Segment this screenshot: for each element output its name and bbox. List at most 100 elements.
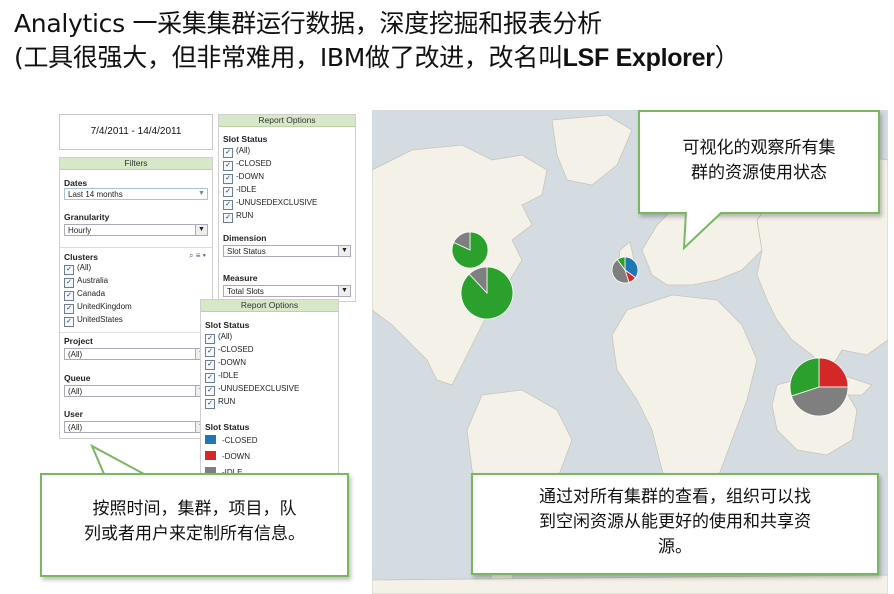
slot-status-option[interactable]: ✓ -CLOSED [205, 345, 254, 357]
cluster-option[interactable]: ✓ Canada [64, 289, 105, 301]
slot-status-option-label: RUN [236, 211, 254, 220]
clusters-label: Clusters [64, 252, 99, 262]
slot-status-option[interactable]: ✓ -IDLE [205, 371, 238, 383]
cluster-option[interactable]: ✓ UnitedStates [64, 315, 123, 327]
checkbox-checked-icon: ✓ [64, 278, 74, 288]
callout-tail [90, 444, 145, 475]
filters-panel: Filters Dates Last 14 months ▼ Granularit… [59, 157, 213, 439]
checkbox-checked-icon: ✓ [205, 360, 215, 370]
cluster-option-label: Canada [77, 289, 106, 298]
measure-select[interactable]: Total Slots ▼ [223, 285, 351, 297]
checkbox-checked-icon: ✓ [223, 148, 233, 158]
slot-status-option[interactable]: ✓ (All) [205, 332, 232, 344]
dates-label: Dates [64, 178, 88, 188]
title-line2-prefix: (工具很强大，但非常难用，IBM做了改进，改名叫 [14, 43, 563, 72]
user-label: User [64, 409, 83, 419]
granularity-label: Granularity [64, 212, 110, 222]
title-line2-suffix: ） [714, 43, 740, 72]
checkbox-checked-icon: ✓ [223, 187, 233, 197]
callout-tail [682, 212, 723, 251]
pie-united-kingdom[interactable] [611, 256, 639, 284]
cluster-option[interactable]: ✓ (All) [64, 263, 91, 275]
slot-status-label: Slot Status [223, 134, 268, 144]
checkbox-checked-icon: ✓ [223, 174, 233, 184]
project-value: (All) [68, 350, 83, 359]
date-range-display: 7/4/2011 - 14/4/2011 [59, 114, 213, 150]
slot-status-option[interactable]: ✓ RUN [205, 397, 235, 409]
slot-status-option[interactable]: ✓ -UNUSEDEXCLUSIVE [205, 384, 299, 396]
search-icon[interactable]: ⌕ [189, 251, 193, 260]
filters-header: Filters [60, 158, 212, 170]
legend-swatch-closed [205, 435, 216, 444]
legend-title: Slot Status [205, 422, 250, 432]
measure-value: Total Slots [227, 287, 264, 296]
measure-label: Measure [223, 273, 258, 283]
user-select[interactable]: (All)▼ [64, 421, 208, 433]
dimension-value: Slot Status [227, 247, 266, 256]
report-options-panel-top: Report Options Slot Status ✓ (All) ✓ -CLOS… [218, 114, 356, 302]
slot-status-option[interactable]: ✓ RUN [223, 211, 253, 223]
checkbox-checked-icon: ✓ [223, 161, 233, 171]
checkbox-checked-icon: ✓ [64, 304, 74, 314]
slot-status-option-label: (All) [218, 332, 233, 341]
chevron-down-icon: ▼ [195, 225, 207, 235]
callout-line: 通过对所有集群的查看，组织可以找 [539, 487, 811, 507]
cluster-option-label: Australia [77, 276, 109, 285]
legend-item: -DOWN [205, 451, 250, 462]
callout-line: 列或者用户来定制所有信息。 [84, 524, 305, 544]
slot-status-option[interactable]: ✓ -CLOSED [223, 159, 272, 171]
callout-map-visualization: 可视化的观察所有集 群的资源使用状态 [638, 110, 880, 214]
slot-status-option[interactable]: ✓ -UNUSEDEXCLUSIVE [223, 198, 317, 210]
callout-line: 群的资源使用状态 [691, 163, 827, 183]
dimension-label: Dimension [223, 233, 267, 243]
slot-status-option-label: -CLOSED [236, 159, 272, 168]
checkbox-checked-icon: ✓ [205, 373, 215, 383]
slot-status-option-label: -IDLE [236, 185, 257, 194]
cluster-option[interactable]: ✓ UnitedKingdom [64, 302, 132, 314]
cluster-option[interactable]: ✓ Australia [64, 276, 108, 288]
legend-item: -CLOSED [205, 435, 258, 446]
slot-status-option-label: -UNUSEDEXCLUSIVE [236, 198, 318, 207]
dimension-select[interactable]: Slot Status ▼ [223, 245, 351, 257]
cluster-option-label: UnitedKingdom [77, 302, 132, 311]
checkbox-checked-icon: ✓ [64, 265, 74, 275]
checkbox-checked-icon: ✓ [64, 317, 74, 327]
granularity-select[interactable]: Hourly ▼ [64, 224, 208, 236]
chevron-down-icon: ▼ [338, 246, 350, 256]
menu-icon[interactable]: ≡ [196, 251, 201, 260]
queue-value: (All) [68, 387, 83, 396]
checkbox-checked-icon: ✓ [205, 399, 215, 409]
legend-label: -DOWN [222, 452, 250, 461]
slot-status-option[interactable]: ✓ -DOWN [223, 172, 264, 184]
callout-resource-sharing: 通过对所有集群的查看，组织可以找 到空闲资源从能更好的使用和共享资 源。 [471, 473, 879, 575]
slot-status-option[interactable]: ✓ (All) [223, 146, 250, 158]
slot-status-option-label: -DOWN [218, 358, 246, 367]
pie-canada[interactable] [451, 231, 489, 269]
chevron-down-icon[interactable]: ▾ [203, 251, 206, 260]
queue-label: Queue [64, 373, 91, 383]
report-options-panel-bottom: Report Options Slot Status ✓ (All) ✓ -CLOS… [200, 299, 339, 477]
dates-value: Last 14 months [68, 190, 123, 199]
slot-status-option-label: -IDLE [218, 371, 239, 380]
legend-swatch-down [205, 451, 216, 460]
callout-line: 到空闲资源从能更好的使用和共享资 [539, 512, 811, 532]
queue-select[interactable]: (All)▼ [64, 385, 208, 397]
checkbox-checked-icon: ✓ [205, 347, 215, 357]
checkbox-checked-icon: ✓ [223, 213, 233, 223]
cluster-tools: ⌕ ≡ ▾ [189, 251, 206, 261]
slot-status-option[interactable]: ✓ -IDLE [223, 185, 256, 197]
checkbox-checked-icon: ✓ [64, 291, 74, 301]
dates-select[interactable]: Last 14 months ▼ [64, 188, 208, 200]
checkbox-checked-icon: ✓ [223, 200, 233, 210]
legend-label: -CLOSED [222, 436, 258, 445]
callout-filter-customize: 按照时间，集群，项目，队 列或者用户来定制所有信息。 [40, 473, 349, 577]
pie-australia[interactable] [789, 357, 849, 417]
slot-status-option[interactable]: ✓ -DOWN [205, 358, 246, 370]
slot-status-option-label: (All) [236, 146, 251, 155]
checkbox-checked-icon: ✓ [205, 386, 215, 396]
pie-united-states[interactable] [460, 266, 514, 320]
title-line2-product: LSF Explorer [562, 44, 715, 72]
project-select[interactable]: (All)▼ [64, 348, 208, 360]
slot-status-option-label: -DOWN [236, 172, 264, 181]
slot-status-option-label: -CLOSED [218, 345, 254, 354]
